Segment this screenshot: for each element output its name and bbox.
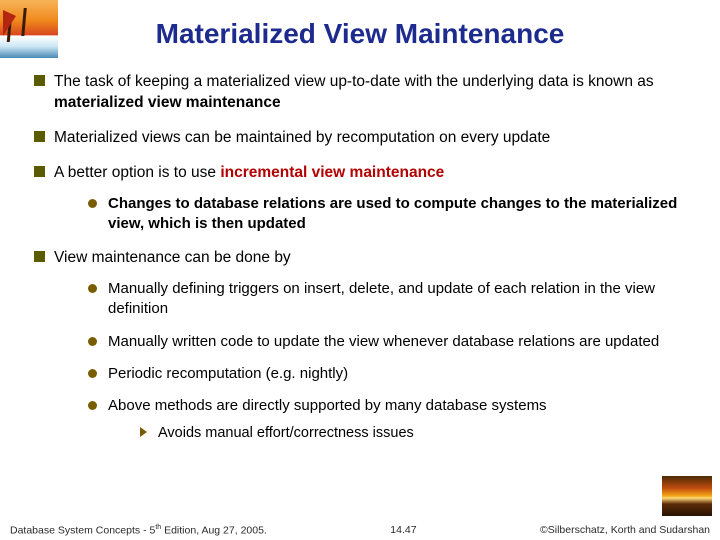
- bullet-3-sublist: Changes to database relations are used t…: [54, 194, 692, 235]
- bullet-4-sublist: Manually defining triggers on insert, de…: [54, 279, 692, 444]
- bullet-4-sub-4-text: Above methods are directly supported by …: [108, 397, 547, 414]
- bullet-4-sub-1: Manually defining triggers on insert, de…: [84, 279, 692, 320]
- footer-copyright: ©Silberschatz, Korth and Sudarshan: [540, 524, 710, 536]
- footer-left-b: Edition, Aug 27, 2005.: [161, 524, 267, 536]
- bullet-1: The task of keeping a materialized view …: [28, 72, 692, 114]
- slide-number: 14.47: [390, 524, 416, 536]
- bullet-4-sub-2-text: Manually written code to update the view…: [108, 333, 659, 350]
- slide-title: Materialized View Maintenance: [28, 18, 692, 50]
- bullet-4-sub-3: Periodic recomputation (e.g. nightly): [84, 364, 692, 384]
- bullet-3-sub-1-text: Changes to database relations are used t…: [108, 195, 677, 232]
- bullet-3-sub-1: Changes to database relations are used t…: [84, 194, 692, 235]
- bullet-4-sub-4-tri-1: Avoids manual effort/correctness issues: [138, 424, 692, 444]
- bullet-3: A better option is to use incremental vi…: [28, 163, 692, 234]
- bullet-1-text-a: The task of keeping a materialized view …: [54, 73, 654, 90]
- bullet-4-text: View maintenance can be done by: [54, 249, 291, 266]
- bullet-4-sub-2: Manually written code to update the view…: [84, 332, 692, 352]
- footer-left: Database System Concepts - 5th Edition, …: [10, 524, 267, 537]
- bullet-1-term: materialized view maintenance: [54, 94, 281, 111]
- bullet-4-sub-3-text: Periodic recomputation (e.g. nightly): [108, 365, 348, 382]
- bullet-4: View maintenance can be done by Manually…: [28, 248, 692, 444]
- sailboat-logo-icon: [0, 0, 58, 58]
- slide-body: Materialized View Maintenance The task o…: [0, 0, 720, 540]
- bullet-4-sub-4: Above methods are directly supported by …: [84, 396, 692, 444]
- bullet-list: The task of keeping a materialized view …: [28, 72, 692, 444]
- bullet-4-sub-1-text: Manually defining triggers on insert, de…: [108, 280, 655, 317]
- sunset-logo-icon: [662, 476, 712, 516]
- bullet-2-text: Materialized views can be maintained by …: [54, 129, 550, 146]
- bullet-3-term: incremental view maintenance: [220, 164, 444, 181]
- slide-footer: Database System Concepts - 5th Edition, …: [0, 524, 720, 537]
- bullet-3-text-a: A better option is to use: [54, 164, 220, 181]
- footer-left-a: Database System Concepts - 5: [10, 524, 155, 536]
- bullet-2: Materialized views can be maintained by …: [28, 128, 692, 149]
- bullet-4-sub-4-sublist: Avoids manual effort/correctness issues: [108, 424, 692, 444]
- bullet-4-sub-4-tri-1-text: Avoids manual effort/correctness issues: [158, 425, 414, 441]
